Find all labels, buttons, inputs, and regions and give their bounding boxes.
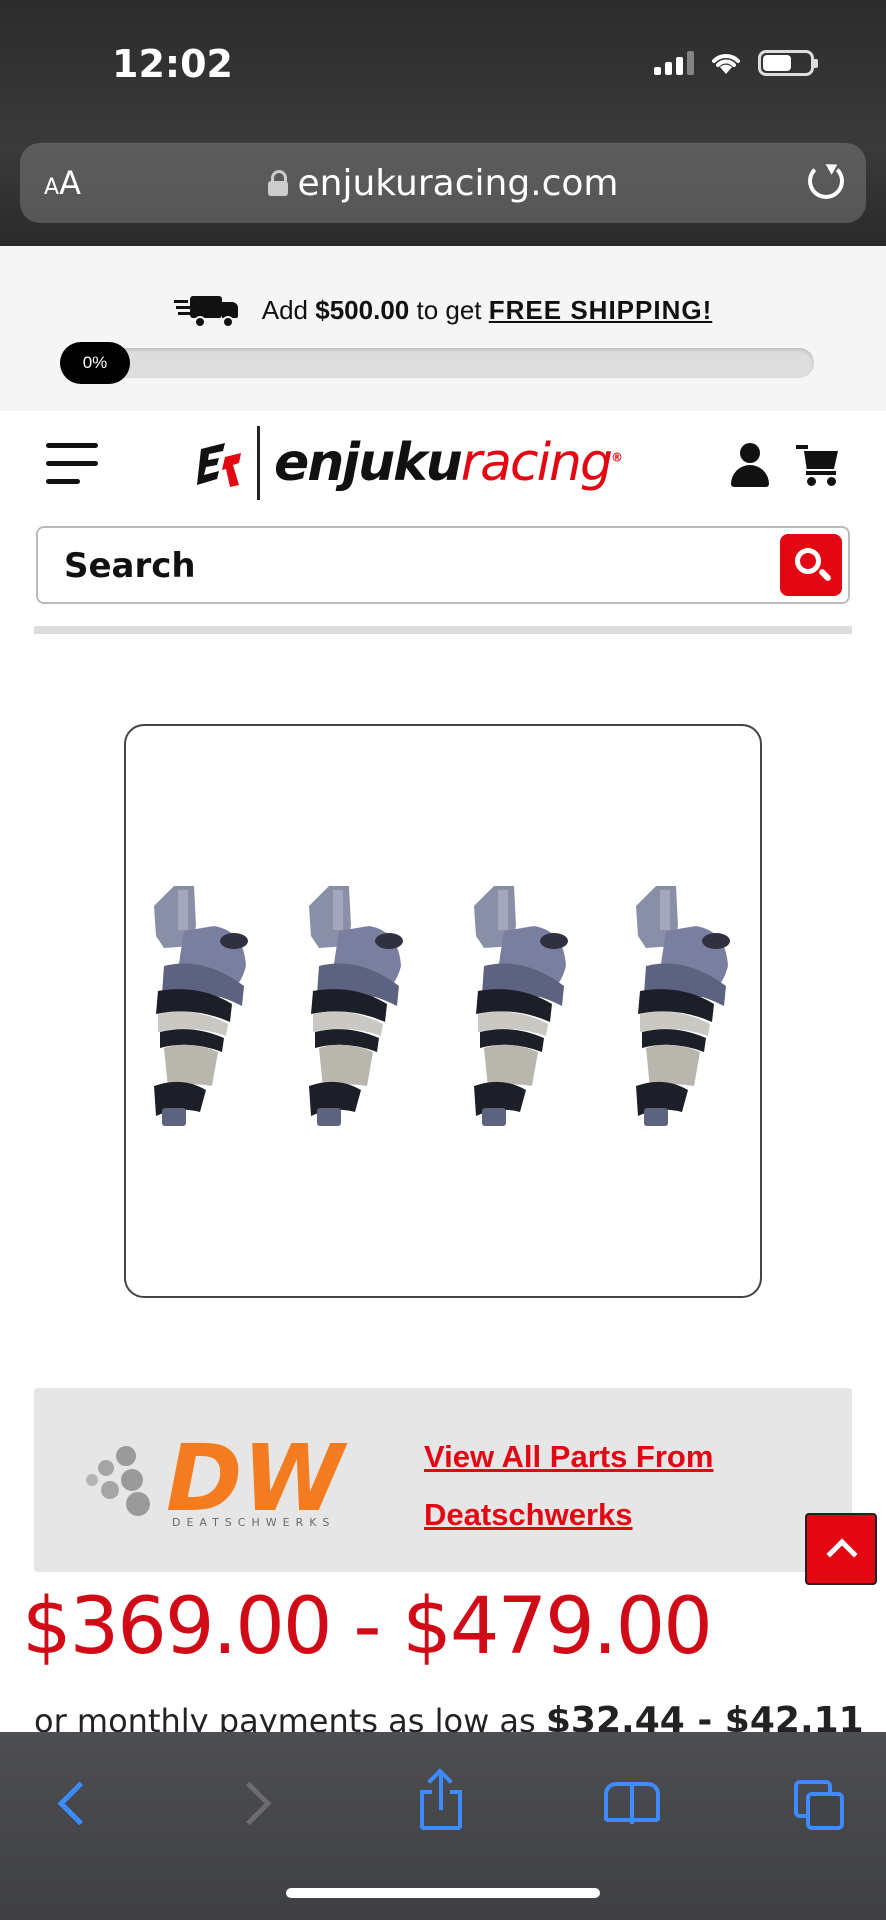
shipping-amount: $500.00 bbox=[315, 294, 410, 325]
back-icon[interactable] bbox=[40, 1772, 100, 1832]
cart-icon[interactable] bbox=[796, 443, 842, 487]
site-logo[interactable]: enjukuracing® bbox=[195, 423, 623, 503]
shipping-prefix: Add bbox=[261, 294, 309, 325]
brand-logo-subtext: DEATSCHWERKS bbox=[172, 1516, 335, 1528]
delivery-truck-icon bbox=[173, 292, 240, 328]
status-time: 12:02 bbox=[112, 42, 233, 86]
shipping-message: Add $500.00 to get FREE SHIPPING! bbox=[262, 295, 713, 326]
chevron-up-icon bbox=[826, 1538, 858, 1570]
logo-text-enjuku: enjuku bbox=[274, 433, 463, 493]
share-icon[interactable] bbox=[412, 1768, 472, 1832]
search-bar bbox=[36, 526, 850, 604]
reload-icon[interactable] bbox=[808, 163, 844, 199]
home-indicator[interactable] bbox=[286, 1888, 600, 1898]
product-image-frame[interactable] bbox=[124, 724, 762, 1298]
deatschwerks-logo[interactable]: DW DEATSCHWERKS bbox=[76, 1428, 436, 1528]
brand-box: DW DEATSCHWERKS View All Parts From Deat… bbox=[34, 1388, 852, 1572]
view-all-parts-line1: View All Parts From bbox=[424, 1439, 714, 1474]
brand-logo-text: DW bbox=[166, 1428, 348, 1528]
lock-icon bbox=[267, 170, 288, 196]
site-header: enjukuracing® bbox=[0, 411, 886, 626]
enjuku-emblem-icon bbox=[197, 443, 241, 487]
search-input[interactable] bbox=[64, 542, 764, 590]
search-icon bbox=[795, 548, 821, 574]
bookmarks-icon[interactable] bbox=[602, 1772, 662, 1832]
tabs-icon[interactable] bbox=[790, 1772, 850, 1832]
view-all-parts-link[interactable]: View All Parts From Deatschwerks bbox=[424, 1428, 784, 1544]
browser-top-bar: 12:02 AA enjukuracing.com bbox=[0, 0, 886, 246]
scroll-to-top-button[interactable] bbox=[805, 1513, 877, 1585]
forward-icon[interactable] bbox=[228, 1772, 288, 1832]
header-divider bbox=[34, 626, 852, 634]
wifi-icon bbox=[712, 54, 740, 74]
fuel-injectors-image bbox=[154, 886, 730, 1126]
price-range: $369.00 - $479.00 bbox=[22, 1582, 713, 1672]
address-bar[interactable]: AA enjukuracing.com bbox=[20, 143, 866, 223]
account-icon[interactable] bbox=[731, 443, 769, 487]
free-shipping-link[interactable]: FREE SHIPPING! bbox=[489, 295, 712, 325]
cellular-signal-icon bbox=[654, 51, 694, 75]
logo-text-racing: racing bbox=[460, 433, 613, 493]
view-all-parts-line2: Deatschwerks bbox=[424, 1497, 633, 1532]
url-text: enjukuracing.com bbox=[297, 162, 619, 204]
shipping-middle: to get bbox=[416, 294, 482, 325]
search-button[interactable] bbox=[780, 534, 842, 596]
free-shipping-banner: Add $500.00 to get FREE SHIPPING! 0% bbox=[0, 246, 886, 411]
battery-icon bbox=[758, 50, 818, 76]
menu-icon[interactable] bbox=[46, 443, 98, 487]
status-icons bbox=[654, 50, 818, 76]
shipping-progress-label: 0% bbox=[60, 342, 130, 384]
shipping-progress-bar bbox=[60, 348, 814, 378]
